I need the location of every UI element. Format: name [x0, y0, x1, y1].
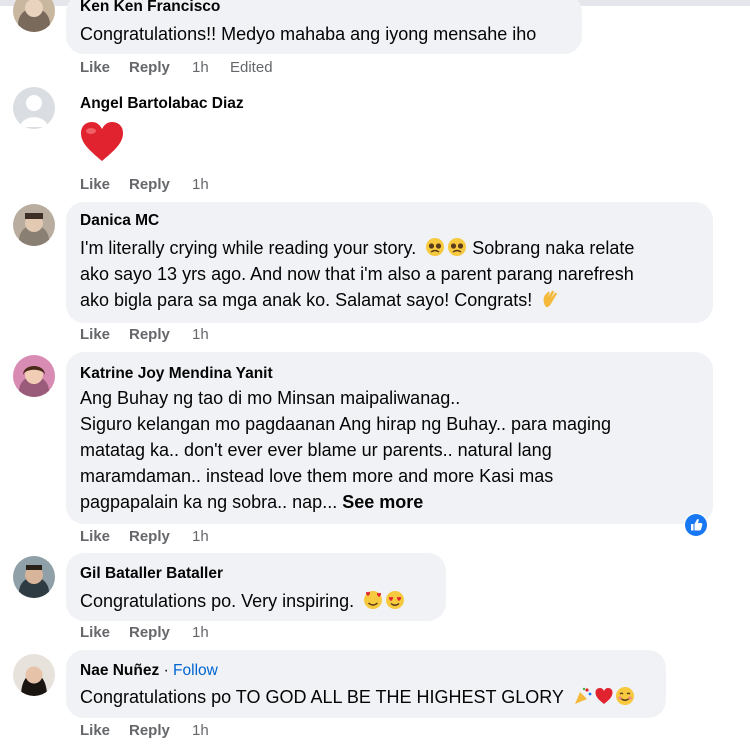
commenter-name[interactable]: Nae Nuñez [80, 662, 159, 679]
commenter-name[interactable]: Gil Bataller Bataller [80, 565, 223, 583]
commenter-name[interactable]: Katrine Joy Mendina Yanit [80, 365, 273, 383]
reply-button[interactable]: Reply [129, 528, 170, 545]
reply-button[interactable]: Reply [129, 326, 170, 343]
comment-text: ako sayo 13 yrs ago. And now that i'm al… [80, 264, 634, 284]
like-button[interactable]: Like [80, 176, 110, 193]
timestamp[interactable]: 1h [192, 722, 209, 739]
avatar-photo-icon [13, 556, 55, 598]
like-button[interactable]: Like [80, 59, 110, 76]
avatar-photo-icon [13, 204, 55, 246]
comment-text: Congratulations po TO GOD ALL BE THE HIG… [80, 687, 564, 707]
commenter-name[interactable]: Danica MC [80, 212, 159, 230]
comment-text: Siguro kelangan mo pagdaanan Ang hirap n… [80, 414, 612, 434]
avatar-photo-icon [13, 654, 55, 696]
commenter-name-line: Nae Nuñez · Follow [80, 662, 218, 680]
avatar-photo-icon [13, 355, 55, 397]
comment-bubble: Ken Ken Francisco Congratulations!! Medy… [66, 0, 582, 54]
avatar[interactable] [13, 204, 55, 246]
smiling-face-emoji-icon [615, 686, 635, 713]
clapping-hand-emoji-icon [541, 289, 559, 316]
default-avatar-icon [13, 87, 55, 129]
like-button[interactable]: Like [80, 326, 110, 343]
commenter-name[interactable]: Angel Bartolabac Diaz [80, 95, 244, 113]
like-button[interactable]: Like [80, 722, 110, 739]
comment-bubble: Gil Bataller Bataller Congratulations po… [66, 553, 446, 621]
avatar[interactable] [13, 556, 55, 598]
comment-text: Congratulations po. Very inspiring. [80, 591, 355, 611]
comment-text: maramdaman.. instead love them more and … [80, 466, 554, 486]
commenter-name[interactable]: Ken Ken Francisco [80, 0, 220, 16]
comment-text: ako bigla para sa mga anak ko. Salamat s… [80, 290, 533, 310]
avatar-photo-icon [13, 0, 55, 32]
timestamp[interactable]: 1h [192, 326, 209, 343]
crying-face-emoji-icon [425, 237, 445, 264]
comment-bubble: Nae Nuñez · Follow Congratulations po TO… [66, 650, 666, 718]
timestamp[interactable]: 1h [192, 176, 209, 193]
comment-text: Ang Buhay ng tao di mo Minsan maipaliwan… [80, 388, 461, 408]
reply-button[interactable]: Reply [129, 59, 170, 76]
timestamp[interactable]: 1h [192, 59, 209, 76]
avatar[interactable] [13, 355, 55, 397]
reply-button[interactable]: Reply [129, 176, 170, 193]
red-heart-emoji-icon [594, 686, 614, 713]
comment-bubble: Danica MC I'm literally crying while rea… [66, 202, 713, 323]
comment-text: Congratulations!! Medyo mahaba ang iyong… [80, 24, 537, 44]
avatar[interactable] [13, 87, 55, 129]
timestamp[interactable]: 1h [192, 624, 209, 641]
avatar[interactable] [13, 654, 55, 696]
comment-text-line: Congratulations po. Very inspiring. [80, 588, 405, 617]
comment-text: matatag ka.. don't ever ever blame ur pa… [80, 440, 552, 460]
see-more-link[interactable]: See more [342, 492, 423, 512]
timestamp[interactable]: 1h [192, 528, 209, 545]
comment-text-line: ako bigla para sa mga anak ko. Salamat s… [80, 287, 559, 316]
avatar[interactable] [13, 0, 55, 32]
reaction-badge[interactable] [684, 513, 708, 537]
comment-text-line: Congratulations po TO GOD ALL BE THE HIG… [80, 684, 635, 713]
comment-bubble: Katrine Joy Mendina Yanit Ang Buhay ng t… [66, 352, 713, 524]
follow-button[interactable]: Follow [173, 662, 218, 679]
comment-text-line: pagpapalain ka ng sobra.. nap... See mor… [80, 489, 423, 515]
smiling-face-with-hearts-emoji-icon [363, 590, 383, 617]
comment-text-line: I'm literally crying while reading your … [80, 235, 634, 264]
reply-button[interactable]: Reply [129, 722, 170, 739]
heart-eyes-emoji-icon [385, 590, 405, 617]
comment-text: I'm literally crying while reading your … [80, 238, 417, 258]
party-popper-emoji-icon [573, 686, 593, 713]
comment-text: Sobrang naka relate [472, 238, 635, 258]
like-button[interactable]: Like [80, 624, 110, 641]
separator-dot: · [163, 662, 169, 679]
comment-text: pagpapalain ka ng sobra.. nap... [80, 492, 338, 512]
crying-face-emoji-icon [447, 237, 467, 264]
heart-emoji-icon [79, 121, 125, 168]
edited-label: Edited [230, 59, 273, 76]
reply-button[interactable]: Reply [129, 624, 170, 641]
like-thumb-icon [685, 514, 707, 536]
like-button[interactable]: Like [80, 528, 110, 545]
